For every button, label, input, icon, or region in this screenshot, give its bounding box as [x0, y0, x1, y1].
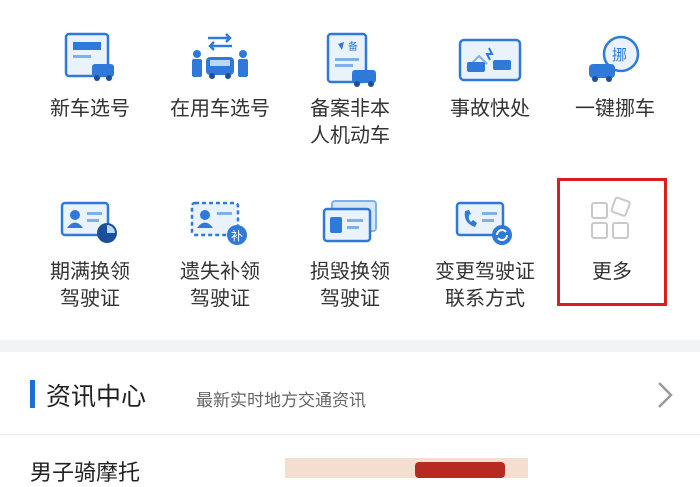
section-divider [0, 340, 700, 352]
highlight-box [557, 178, 667, 306]
article-thumbnail[interactable] [285, 458, 528, 478]
section-accent-bar [30, 380, 35, 408]
license-renew-icon [60, 201, 117, 243]
news-title: 资讯中心 [46, 382, 147, 411]
article-title[interactable]: 男子骑摩托 [30, 455, 140, 487]
service-label: 期满换领 驾驶证 [50, 259, 130, 310]
service-label: 变更驾驶证 联系方式 [435, 259, 535, 310]
services-grid: 新车选号 在用车选号 备 备案非本 人机动车 事故快处 挪 一键挪车 期满换领 … [0, 0, 700, 340]
license-contact-change-icon [455, 201, 512, 245]
chevron-right-icon[interactable] [656, 380, 674, 410]
service-license-renew[interactable]: 期满换领 驾驶证 [20, 0, 160, 320]
service-license-replace-lost[interactable]: 补 遗失补领 驾驶证 [150, 0, 290, 320]
news-subtitle: 最新实时地方交通资讯 [196, 391, 366, 411]
service-license-contact-change[interactable]: 变更驾驶证 联系方式 [415, 0, 555, 320]
license-replace-icon: 补 [190, 201, 247, 245]
service-label: 遗失补领 驾驶证 [180, 259, 260, 310]
service-license-damaged[interactable]: 损毁换领 驾驶证 [280, 0, 420, 320]
service-label: 损毁换领 驾驶证 [310, 259, 390, 310]
license-damaged-icon [322, 200, 377, 243]
list-divider [0, 434, 700, 435]
thumbnail-image [415, 462, 505, 478]
replace-badge-text: 补 [231, 229, 243, 243]
